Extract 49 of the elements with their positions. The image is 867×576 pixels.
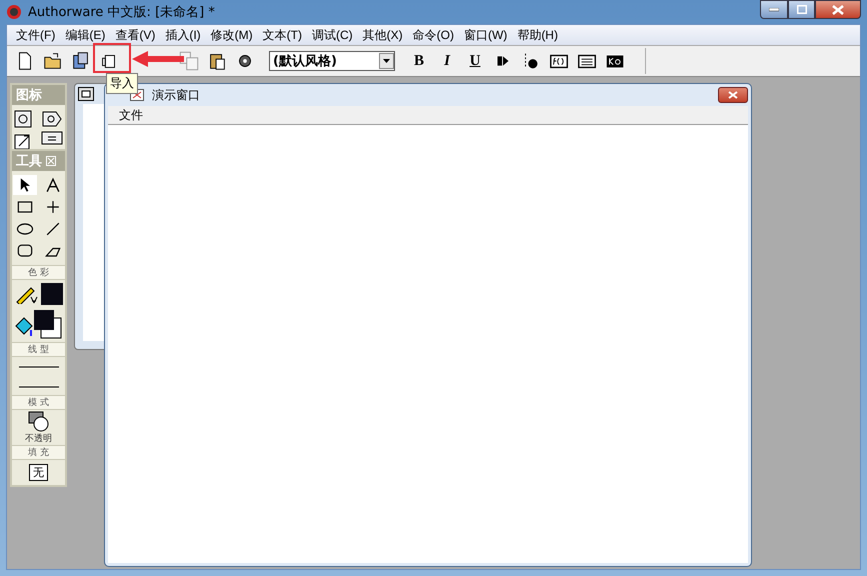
app-logo-icon (6, 4, 22, 20)
minimize-button[interactable] (760, 0, 788, 19)
menu-item[interactable]: 调试(C) (306, 26, 358, 44)
mode-value: 不透明 (25, 432, 52, 445)
dropdown-arrow-button[interactable] (379, 53, 394, 69)
palette-title: 图标 (16, 87, 42, 104)
maximize-icon (796, 5, 806, 14)
close-button[interactable] (815, 0, 861, 19)
annotation-arrow (132, 50, 184, 68)
mode-icon[interactable] (26, 410, 50, 432)
close-icon (728, 91, 738, 99)
style-dropdown[interactable]: (默认风格) (269, 51, 395, 71)
menu-item[interactable]: 修改(M) (206, 26, 258, 44)
menu-item[interactable]: 插入(I) (160, 26, 206, 44)
pointer-tool[interactable] (12, 175, 36, 195)
format-button[interactable]: B (407, 49, 431, 73)
tooltip: 导入 (106, 73, 138, 94)
window-title: Authorware 中文版: [未命名] * (28, 4, 215, 21)
highlight-box (93, 43, 131, 73)
fill-button[interactable]: 无 (29, 464, 48, 481)
color-swatch[interactable] (40, 283, 62, 305)
menu-item[interactable]: 窗口(W) (458, 26, 512, 44)
palette-title: 工具 (16, 153, 42, 170)
window-title: 演示窗口 (152, 86, 200, 104)
decision-icon[interactable] (40, 109, 62, 129)
section-label: 色 彩 (12, 265, 65, 280)
display-icon[interactable] (12, 109, 32, 129)
menu-item[interactable]: 其他(X) (358, 26, 408, 44)
format-button[interactable]: U (463, 49, 487, 73)
format-button[interactable]: I (435, 49, 459, 73)
menu-item[interactable]: 查看(V) (110, 26, 160, 44)
flowline-icon (78, 87, 94, 101)
section-label: 模 式 (12, 395, 65, 410)
menu-item[interactable]: 文件 (114, 106, 148, 124)
minimize-icon (769, 8, 779, 12)
section-label: 填 充 (12, 445, 65, 460)
menu-item[interactable]: 文本(T) (258, 26, 307, 44)
maximize-button[interactable] (788, 0, 815, 19)
menu-item[interactable]: 命令(O) (408, 26, 459, 44)
menu-item[interactable]: 编辑(E) (60, 26, 110, 44)
calculation-icon[interactable] (40, 131, 62, 145)
close-icon (832, 4, 844, 14)
dropdown-value: (默认风格) (272, 53, 338, 70)
open-icon (42, 50, 64, 72)
menu-item[interactable]: 帮助(H) (512, 26, 563, 44)
section-label: 线 型 (12, 342, 65, 357)
menu-item[interactable]: 文件(F) (11, 26, 60, 44)
caret-icon (383, 59, 390, 63)
close-button[interactable] (718, 87, 748, 103)
